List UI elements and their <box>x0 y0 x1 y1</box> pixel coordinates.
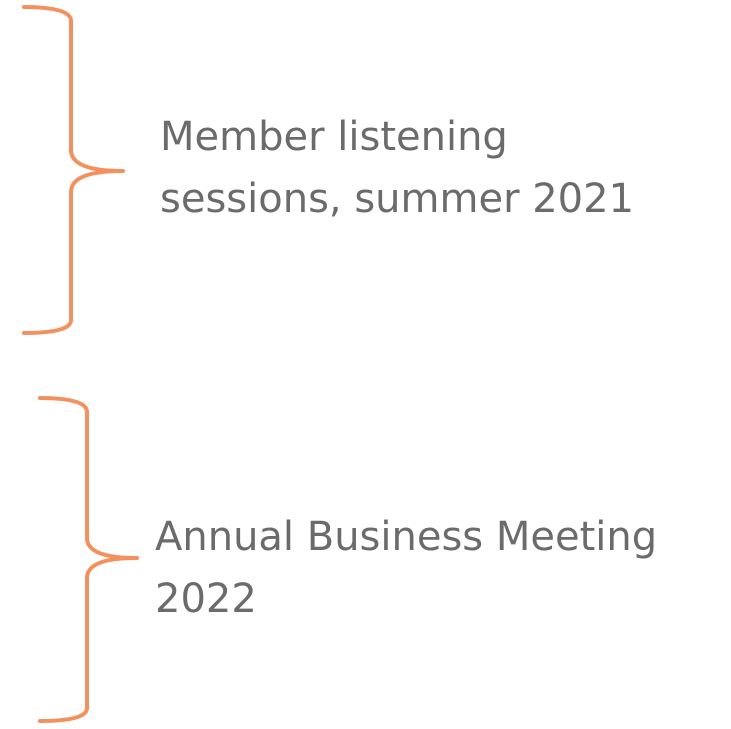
right-curly-brace-1 <box>22 5 125 335</box>
group-label-annual-business-meeting: Annual Business Meeting 2022 <box>155 506 657 630</box>
group-label-line: Member listening <box>160 114 508 160</box>
group-label-line: 2022 <box>155 576 257 622</box>
group-label-line: sessions, summer 2021 <box>160 176 635 222</box>
group-label-line: Annual Business Meeting <box>155 514 658 560</box>
group-label-member-listening-sessions: Member listening sessions, summer 2021 <box>160 106 634 230</box>
right-curly-brace-2 <box>38 396 139 723</box>
